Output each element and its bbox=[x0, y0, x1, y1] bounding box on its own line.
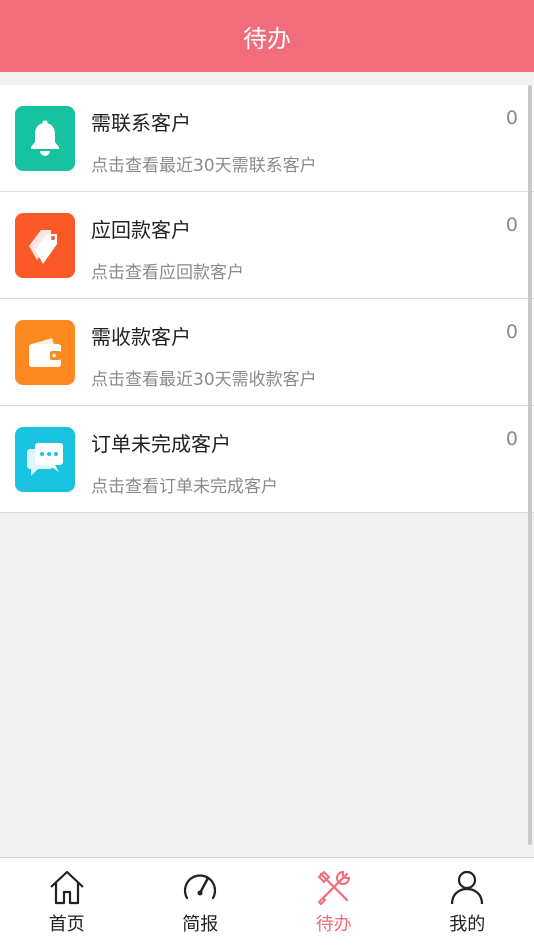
tab-mine[interactable]: 我的 bbox=[401, 858, 534, 950]
tab-label: 简报 bbox=[182, 914, 219, 935]
wallet-icon bbox=[15, 320, 75, 385]
page-title: 待办 bbox=[243, 24, 291, 53]
scrollbar[interactable] bbox=[528, 85, 532, 845]
todo-item-count: 0 bbox=[505, 107, 518, 129]
tab-briefing[interactable]: 简报 bbox=[134, 858, 268, 950]
todo-item-collection-customers[interactable]: 需收款客户 点击查看最近30天需收款客户 0 bbox=[0, 299, 534, 406]
tab-label: 首页 bbox=[48, 914, 85, 935]
tools-icon bbox=[317, 870, 350, 906]
todo-item-count: 0 bbox=[505, 321, 518, 343]
todo-item-desc: 点击查看最近30天需联系客户 bbox=[91, 156, 317, 176]
chat-icon bbox=[15, 427, 75, 492]
home-icon bbox=[49, 870, 84, 905]
tab-label: 待办 bbox=[315, 914, 352, 935]
todo-item-contact-customers[interactable]: 需联系客户 点击查看最近30天需联系客户 0 bbox=[0, 85, 534, 192]
speedometer-icon bbox=[184, 874, 217, 900]
bottom-tab-bar: 首页 简报 待办 我的 bbox=[0, 857, 534, 950]
user-icon bbox=[451, 870, 484, 905]
todo-item-title: 需联系客户 bbox=[91, 111, 191, 135]
tags-icon bbox=[15, 213, 75, 278]
tab-todo[interactable]: 待办 bbox=[267, 858, 401, 950]
todo-item-desc: 点击查看最近30天需收款客户 bbox=[91, 370, 317, 390]
todo-item-desc: 点击查看应回款客户 bbox=[91, 263, 244, 283]
todo-item-count: 0 bbox=[505, 214, 518, 236]
todo-list: 需联系客户 点击查看最近30天需联系客户 0 应回款客户 点击查看应回款客户 0… bbox=[0, 85, 534, 513]
todo-item-count: 0 bbox=[505, 428, 518, 450]
app-header: 待办 bbox=[0, 0, 534, 72]
todo-item-receivable-customers[interactable]: 应回款客户 点击查看应回款客户 0 bbox=[0, 192, 534, 299]
tab-label: 我的 bbox=[449, 914, 486, 935]
todo-item-title: 订单未完成客户 bbox=[91, 432, 231, 456]
tab-home[interactable]: 首页 bbox=[0, 858, 134, 950]
todo-item-title: 应回款客户 bbox=[91, 218, 191, 242]
todo-item-title: 需收款客户 bbox=[91, 325, 191, 349]
todo-item-unfinished-orders[interactable]: 订单未完成客户 点击查看订单未完成客户 0 bbox=[0, 406, 534, 513]
bell-icon bbox=[15, 106, 75, 171]
todo-item-desc: 点击查看订单未完成客户 bbox=[91, 477, 278, 497]
